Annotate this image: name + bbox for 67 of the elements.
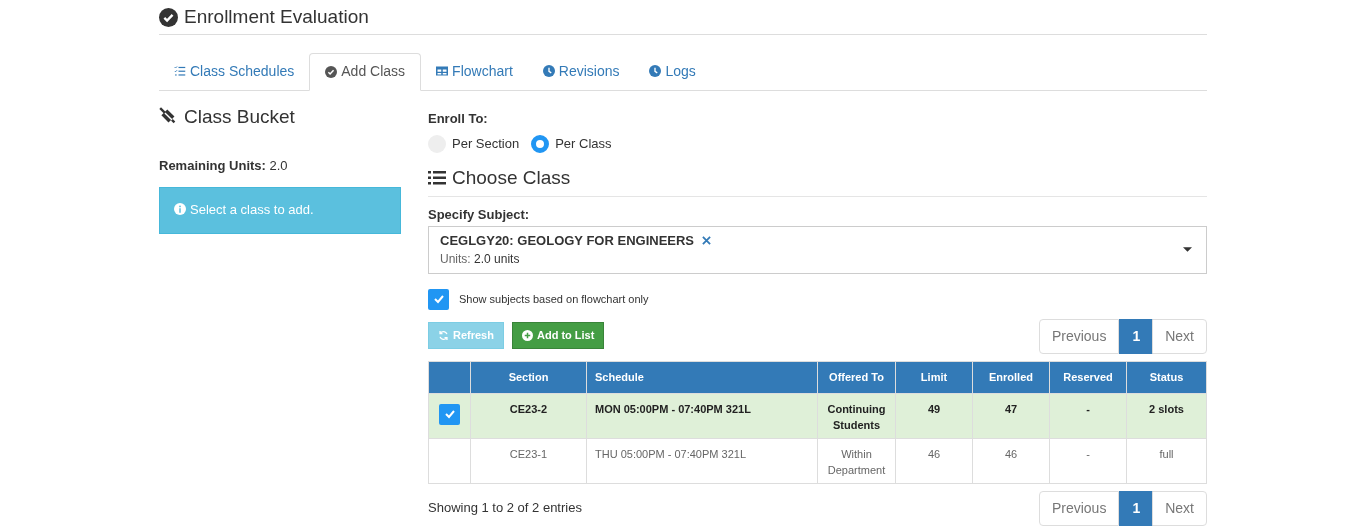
tab[interactable]: Class Schedules [159,52,310,90]
info-icon [174,203,186,216]
table-row[interactable]: CE23-2 MON 05:00PM - 07:40PM 321L Continuing Students 49 47 - 2 slots [429,392,1206,438]
alert-text: Select a class to add. [190,202,314,218]
radio-label: Per Section [452,135,520,153]
units-label: Units: [440,252,471,267]
table-cell: Within Department [827,447,886,476]
page-title: Enrollment Evaluation [184,5,369,29]
column-header[interactable]: Reserved [1063,368,1113,386]
checkbox-label: Show subjects based on flowchart only [459,291,649,307]
entries-info: Showing 1 to 2 of 2 entries [428,499,582,518]
table-cell: full [1159,447,1174,460]
table-cell: Continuing Students [827,402,886,431]
column-header[interactable]: Offered To [829,368,884,386]
clock-icon [542,65,555,77]
tab[interactable]: Flowchart [421,52,528,90]
table-cell: CE23-1 [509,447,548,460]
checklist-icon [174,65,186,77]
subject-select[interactable]: CEGLGY20: GEOLOGY FOR ENGINEERS Units: 2.0 units [428,225,1207,274]
table-row[interactable]: CE23-1 THU 05:00PM - 07:40PM 321L Within Department 46 46 - full [429,437,1206,483]
list-icon [428,169,446,186]
next-button[interactable]: Next [1152,318,1207,354]
check-icon [433,294,444,304]
field-label: Specify Subject: [428,206,531,224]
table-cell: - [1086,447,1090,460]
table-cell: THU 05:00PM - 07:40PM 321L [595,447,747,460]
section-title: Class Bucket [184,104,295,129]
row-checkbox[interactable] [439,403,460,425]
units-value: 2.0 units [474,252,520,267]
table-icon [436,65,449,77]
selected-subject: CEGLGY20: GEOLOGY FOR ENGINEERS [440,231,695,250]
column-header[interactable]: Section [508,368,549,386]
column-header[interactable]: Schedule [595,368,644,386]
tab[interactable]: Revisions [527,52,635,90]
tab[interactable]: Logs [634,52,711,90]
previous-button[interactable]: Previous [1038,490,1120,526]
table-cell: 46 [927,447,941,460]
column-header[interactable]: Status [1149,368,1184,386]
close-icon[interactable] [702,236,712,245]
table-cell: MON 05:00PM - 07:40PM 321L [595,402,751,415]
table-cell: CE23-2 [509,402,548,415]
tab[interactable]: Add Class [309,52,422,91]
table-cell: 2 slots [1149,402,1184,415]
remaining-units: Remaining Units: 2.0 [159,157,289,175]
table-cell: 49 [927,402,941,415]
table-cell: 47 [1004,402,1018,415]
add-button[interactable]: Add to List [511,321,605,349]
column-header[interactable]: Enrolled [989,368,1033,386]
page-button[interactable]: 1 [1119,318,1154,354]
plus-circle-icon [521,329,533,341]
section-title: Choose Class [452,165,571,190]
check-icon [444,409,455,419]
radio-button[interactable] [531,134,550,153]
table-cell: 46 [1004,447,1018,460]
caret-icon [1183,247,1192,252]
page-button[interactable]: 1 [1119,490,1154,526]
table-cell: - [1086,402,1090,415]
check-circle-icon [325,65,338,78]
clock-icon [649,65,662,77]
radio-label: Per Class [555,135,612,153]
field-label: Enroll To: [428,109,489,128]
check-circle-icon [159,7,178,27]
previous-button[interactable]: Previous [1038,318,1120,354]
next-button[interactable]: Next [1152,490,1207,526]
column-header[interactable]: Limit [920,368,948,386]
checkbox[interactable] [428,288,449,310]
refresh-icon [438,329,449,341]
